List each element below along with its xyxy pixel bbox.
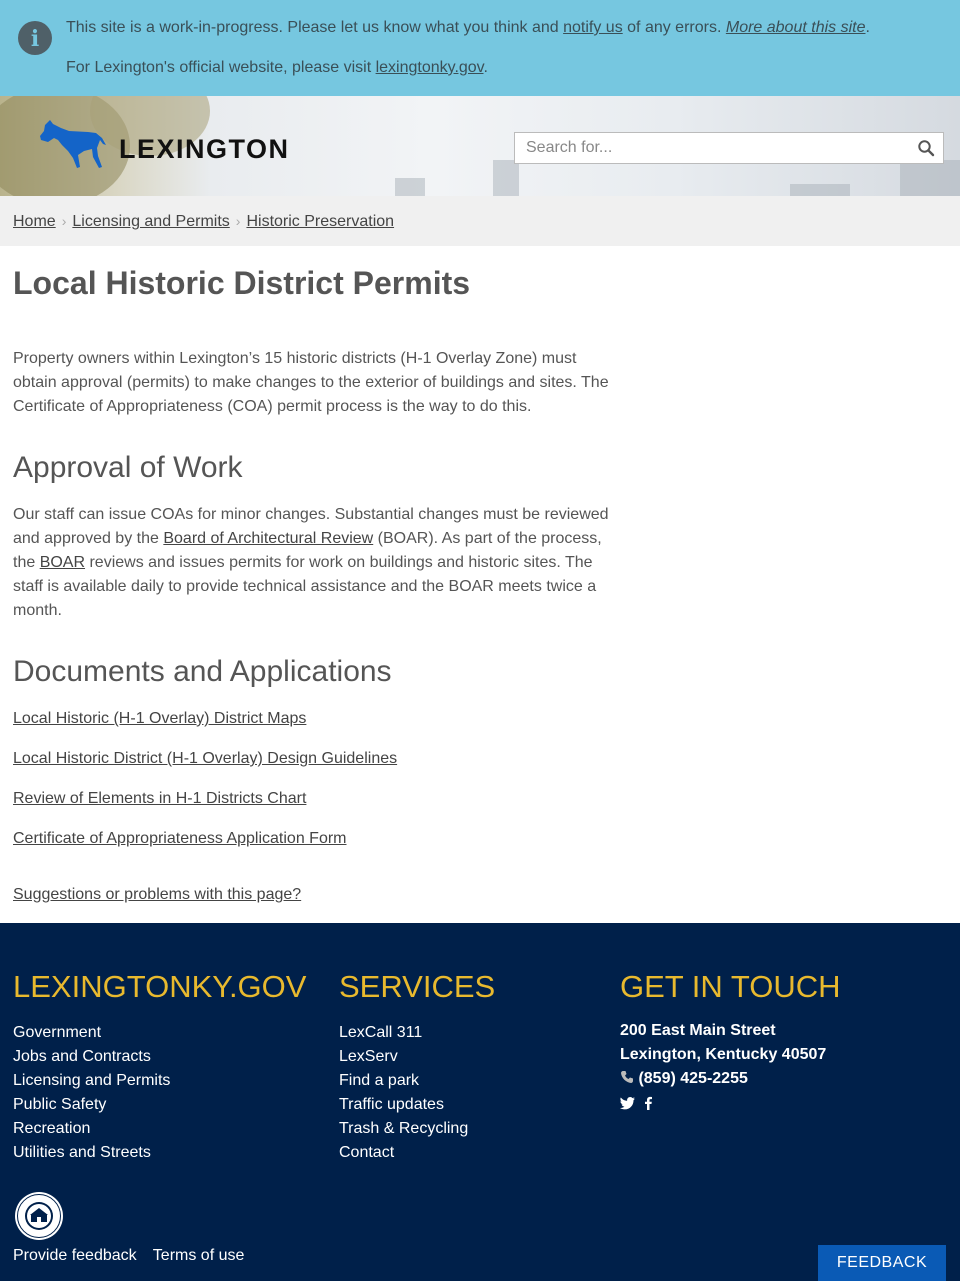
breadcrumb-historic-preservation[interactable]: Historic Preservation xyxy=(246,213,394,230)
boar-short-link[interactable]: BOAR xyxy=(40,554,85,571)
footer-heading-services: SERVICES xyxy=(339,969,496,1004)
horse-logo-icon xyxy=(40,120,106,168)
more-about-site-link[interactable]: More about this site xyxy=(726,19,866,36)
breadcrumb-home[interactable]: Home xyxy=(13,213,56,230)
phone-number[interactable]: (859) 425-2255 xyxy=(638,1070,747,1087)
alert-line-2: For Lexington's official website, please… xyxy=(66,59,488,77)
footer-link-government[interactable]: Government xyxy=(13,1021,170,1045)
boar-link[interactable]: Board of Architectural Review xyxy=(163,530,373,547)
district-maps-link[interactable]: Local Historic (H-1 Overlay) District Ma… xyxy=(13,710,306,728)
breadcrumb: Home › Licensing and Permits › Historic Pres… xyxy=(0,196,960,246)
footer-link-lexcall[interactable]: LexCall 311 xyxy=(339,1021,468,1045)
footer-link-public-safety[interactable]: Public Safety xyxy=(13,1093,170,1117)
footer-col1-list: Government Jobs and Contracts Licensing … xyxy=(13,1021,170,1165)
suggestions-link[interactable]: Suggestions or problems with this page? xyxy=(13,886,301,904)
alert-text: . xyxy=(483,59,488,76)
intro-paragraph: Property owners within Lexington’s 15 hi… xyxy=(13,350,609,415)
address-line-2: Lexington, Kentucky 40507 xyxy=(620,1046,827,1063)
alert-line-1: This site is a work-in-progress. Please … xyxy=(66,19,870,37)
facebook-icon[interactable] xyxy=(643,1096,653,1110)
footer-col2-list: LexCall 311 LexServ Find a park Traffic … xyxy=(339,1021,468,1165)
address-line-1: 200 East Main Street xyxy=(620,1022,776,1039)
official-site-link[interactable]: lexingtonky.gov xyxy=(376,59,484,76)
approval-text: reviews and issues permits for work on b… xyxy=(13,554,597,619)
chevron-right-icon: › xyxy=(235,213,241,229)
footer-link-find-park[interactable]: Find a park xyxy=(339,1069,468,1093)
logo-text: LEXINGTON xyxy=(119,134,290,164)
site-header: LEXINGTON xyxy=(0,96,960,196)
footer-bottom-links: Provide feedback Terms of use xyxy=(13,1247,256,1265)
alert-text: of any errors. xyxy=(622,19,726,36)
social-links xyxy=(620,1096,653,1115)
documents-heading: Documents and Applications xyxy=(13,655,392,688)
footer-link-recreation[interactable]: Recreation xyxy=(13,1117,170,1141)
notify-us-link[interactable]: notify us xyxy=(563,19,623,36)
terms-of-use-link[interactable]: Terms of use xyxy=(153,1247,245,1264)
search-icon xyxy=(918,140,935,157)
provide-feedback-link[interactable]: Provide feedback xyxy=(13,1247,137,1264)
phone-row: (859) 425-2255 xyxy=(620,1070,748,1088)
county-seal-icon xyxy=(15,1192,63,1240)
approval-paragraph: Our staff can issue COAs for minor chang… xyxy=(13,503,623,623)
header-background-image xyxy=(900,160,960,196)
design-guidelines-link[interactable]: Local Historic District (H-1 Overlay) De… xyxy=(13,750,397,768)
footer-heading-get-in-touch: GET IN TOUCH xyxy=(620,969,841,1004)
header-background-image xyxy=(493,160,519,196)
header-background-image xyxy=(395,178,425,196)
search-input[interactable] xyxy=(515,133,917,163)
feedback-button[interactable]: FEEDBACK xyxy=(818,1245,946,1281)
approval-heading: Approval of Work xyxy=(13,451,243,484)
search-box xyxy=(514,132,944,164)
page-title: Local Historic District Permits xyxy=(13,265,471,301)
alert-text: . xyxy=(865,19,870,36)
alert-text: This site is a work-in-progress. Please … xyxy=(66,19,564,36)
phone-icon xyxy=(621,1071,633,1083)
footer-link-trash[interactable]: Trash & Recycling xyxy=(339,1117,468,1141)
review-elements-chart-link[interactable]: Review of Elements in H-1 Districts Char… xyxy=(13,790,306,808)
site-footer: LEXINGTONKY.GOV Government Jobs and Cont… xyxy=(0,923,960,1281)
breadcrumb-licensing[interactable]: Licensing and Permits xyxy=(72,213,229,230)
alert-banner: i This site is a work-in-progress. Pleas… xyxy=(0,0,960,96)
footer-link-contact[interactable]: Contact xyxy=(339,1141,468,1165)
alert-text: For Lexington's official website, please… xyxy=(66,59,376,76)
footer-link-traffic[interactable]: Traffic updates xyxy=(339,1093,468,1117)
footer-link-lexserv[interactable]: LexServ xyxy=(339,1045,468,1069)
info-icon: i xyxy=(18,21,52,55)
footer-link-utilities[interactable]: Utilities and Streets xyxy=(13,1141,170,1165)
footer-link-jobs[interactable]: Jobs and Contracts xyxy=(13,1045,170,1069)
chevron-right-icon: › xyxy=(61,213,67,229)
coa-application-form-link[interactable]: Certificate of Appropriateness Applicati… xyxy=(13,830,347,848)
twitter-icon[interactable] xyxy=(620,1097,635,1110)
footer-link-licensing[interactable]: Licensing and Permits xyxy=(13,1069,170,1093)
home-logo-link[interactable] xyxy=(36,118,106,179)
footer-heading-lexingtonky: LEXINGTONKY.GOV xyxy=(13,969,307,1004)
header-background-image xyxy=(790,184,850,196)
search-button[interactable] xyxy=(917,139,935,157)
